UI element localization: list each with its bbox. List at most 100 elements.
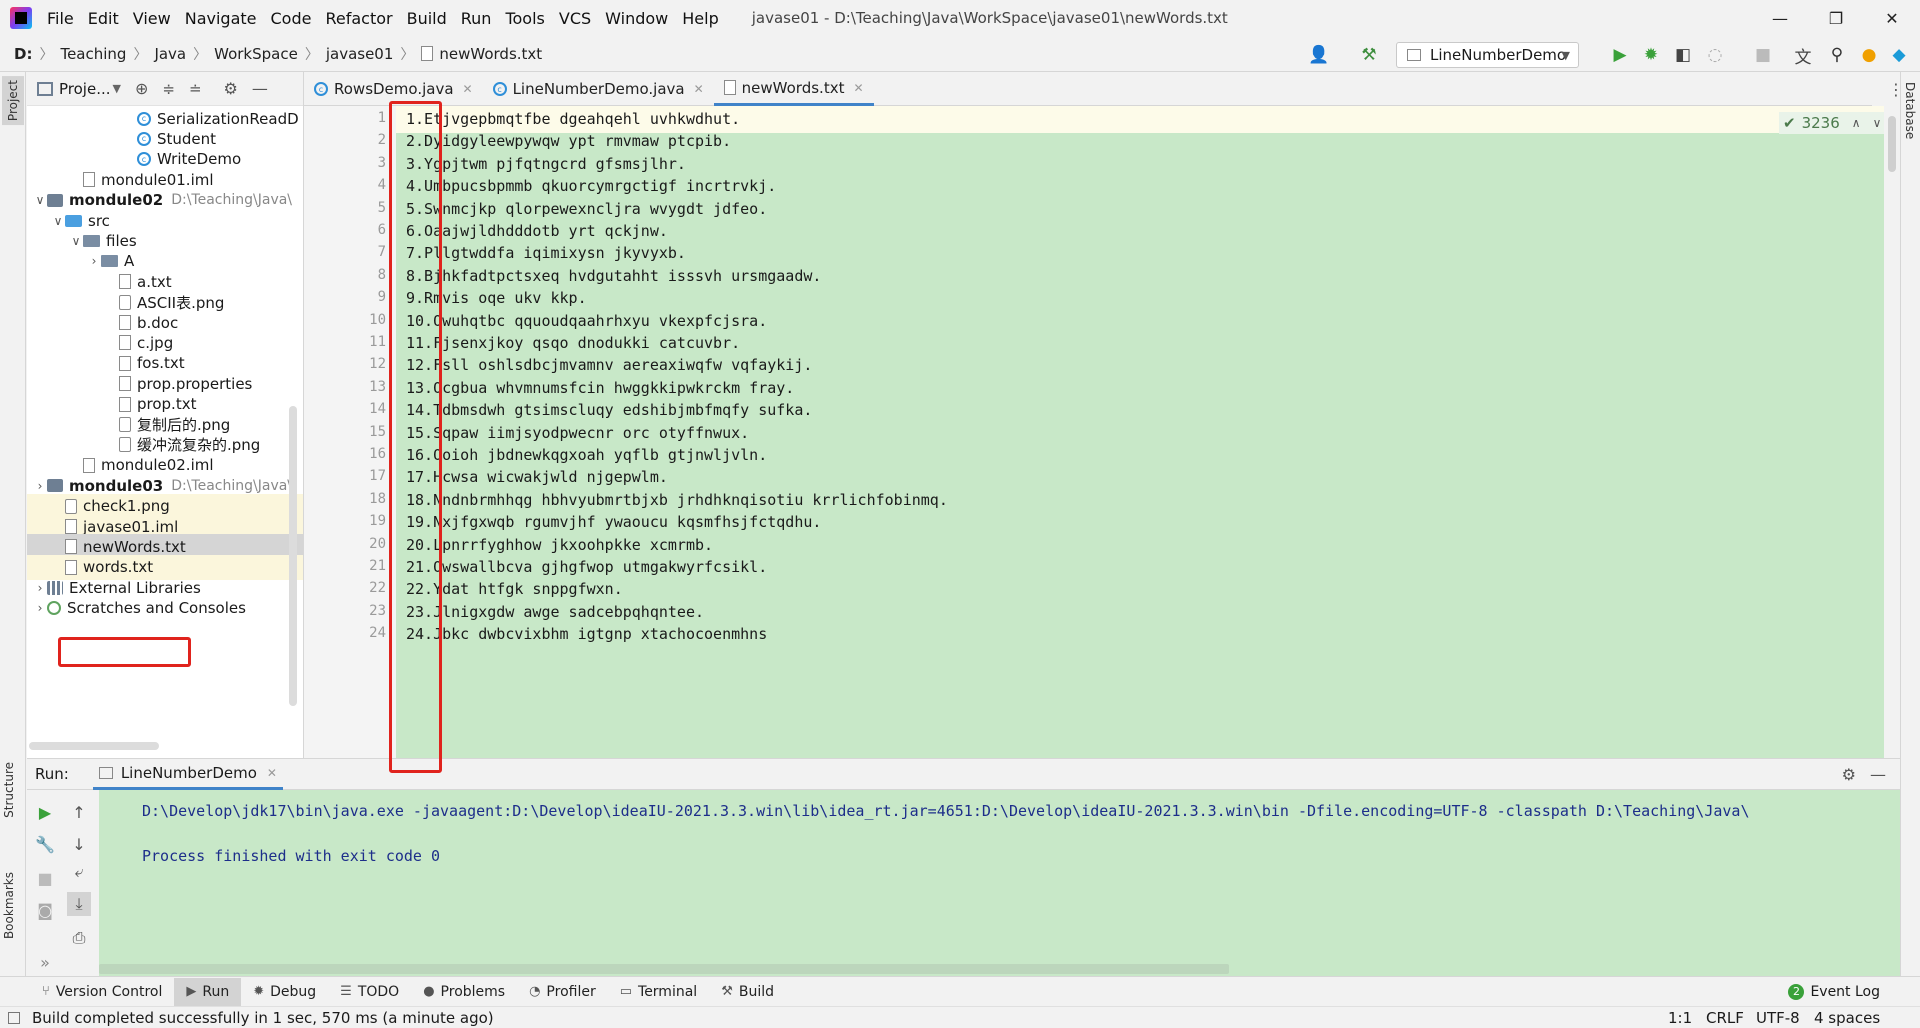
gear-icon[interactable]: ⚙ [224,79,238,98]
breadcrumb-item[interactable]: newWords.txt [417,45,546,63]
status-toggle-icon[interactable] [8,1011,20,1024]
bottom-tab-run[interactable]: ▶ Run [174,977,242,1006]
menu-refactor[interactable]: Refactor [318,9,399,28]
chevron-right-icon[interactable]: › [33,581,47,595]
search-icon[interactable]: ⚲ [1824,42,1850,68]
locate-icon[interactable]: ⊕ [135,79,148,98]
tree-item[interactable]: › Scratches and Consoles [27,596,303,621]
chevron-down-icon[interactable]: ∨ [69,234,83,248]
indent-setting[interactable]: 4 spaces [1814,1009,1880,1027]
toolbox-icon[interactable]: ◆ [1886,42,1912,68]
menu-run[interactable]: Run [454,9,499,28]
chevron-down-icon[interactable]: ∨ [33,193,47,207]
tool-tab-project[interactable]: Project [2,76,24,126]
menu-navigate[interactable]: Navigate [178,9,264,28]
scrollbar-thumb[interactable] [1888,116,1896,172]
close-icon[interactable]: ✕ [267,766,277,780]
menu-view[interactable]: View [126,9,178,28]
bottom-tab-terminal[interactable]: ▭ Terminal [608,978,709,1006]
tool-tab-database[interactable]: Database [1903,82,1917,139]
tree-scrollbar-thumb[interactable] [289,406,297,706]
menu-tools[interactable]: Tools [498,9,551,28]
run-tab[interactable]: LineNumberDemo ✕ [92,759,283,790]
menu-vcs[interactable]: VCS [552,9,598,28]
update-icon[interactable]: ● [1856,42,1882,68]
file-encoding[interactable]: UTF-8 [1756,1009,1800,1027]
bottom-tab-problems[interactable]: ● Problems [411,978,517,1006]
console-output[interactable]: D:\Develop\jdk17\bin\java.exe -javaagent… [99,790,1900,977]
bottom-tab-debug[interactable]: ✹ Debug [241,978,328,1006]
chevron-down-icon[interactable]: ▼ [113,82,121,95]
collapse-all-icon[interactable]: ≐ [189,80,202,98]
menu-window[interactable]: Window [598,9,675,28]
tool-tab-bookmarks[interactable]: Bookmarks [2,872,16,939]
menu-build[interactable]: Build [400,9,454,28]
chevron-right-icon[interactable]: › [33,601,47,615]
breadcrumb-item[interactable]: WorkSpace [210,45,302,63]
event-log-button[interactable]: 2 Event Log [1788,983,1880,1000]
breadcrumb-item[interactable]: Java [150,45,190,63]
inspection-widget[interactable]: ✔ 3236 ∧ ∨ [1779,112,1886,134]
translate-icon[interactable]: 文 [1790,42,1816,68]
code-area[interactable]: 1.Etjvgepbmqtfbe dgeahqehl uvhkwdhut. 2.D… [396,106,1884,758]
close-window-button[interactable]: ✕ [1864,0,1920,36]
stop-icon[interactable]: ■ [1750,42,1776,68]
bottom-tab-version-control[interactable]: ⑂ Version Control [30,978,174,1006]
editor-tab[interactable]: newWords.txt ✕ [713,72,874,106]
soft-wrap-icon[interactable]: ⤶ [67,860,91,884]
breadcrumb-item[interactable]: Teaching [56,45,130,63]
breadcrumb-item[interactable]: javase01 [322,45,398,63]
scroll-down-icon[interactable]: ↓ [67,832,91,856]
code-line: 1.Etjvgepbmqtfbe dgeahqehl uvhkwdhut. [406,110,741,128]
bottom-tab-build[interactable]: ⚒ Build [709,978,786,1006]
print-icon[interactable]: ⎙ [67,926,91,950]
project-panel-title[interactable]: Proje... [59,80,111,98]
debug-icon[interactable]: ✹ [1638,42,1664,68]
bottom-tab-profiler[interactable]: ◔ Profiler [517,978,608,1006]
hide-panel-icon[interactable]: — [1870,765,1886,784]
editor-tab[interactable]: c LineNumberDemo.java ✕ [483,72,714,106]
rerun-icon[interactable]: ▶ [33,800,57,824]
chevron-down-icon[interactable]: ∨ [1873,116,1882,130]
run-icon[interactable]: ▶ [1607,42,1633,68]
menu-code[interactable]: Code [264,9,319,28]
chevron-right-icon[interactable]: › [33,479,47,493]
menu-edit[interactable]: Edit [81,9,126,28]
status-message[interactable]: Build completed successfully in 1 sec, 5… [32,1009,494,1027]
more-icon[interactable]: » [33,950,57,974]
tree-hscrollbar-thumb[interactable] [29,742,159,750]
breadcrumb-item[interactable]: D: [10,45,36,63]
console-hscrollbar[interactable] [99,964,1229,974]
chevron-right-icon[interactable]: › [87,254,101,268]
scroll-to-end-icon[interactable]: ⤓ [67,892,91,916]
chevron-down-icon[interactable]: ∨ [51,214,65,228]
gear-icon[interactable]: ⚙ [1842,765,1856,784]
maximize-button[interactable]: ❐ [1808,0,1864,36]
expand-all-icon[interactable]: ≑ [162,80,175,98]
minimize-button[interactable]: — [1752,0,1808,36]
bottom-tab-todo[interactable]: ☰ TODO [328,978,411,1006]
close-icon[interactable]: ✕ [853,81,863,95]
camera-icon[interactable]: ◙ [33,898,57,922]
wrench-icon[interactable]: 🔧 [33,832,57,856]
close-icon[interactable]: ✕ [694,82,704,96]
tool-tab-structure[interactable]: Structure [2,762,16,818]
user-icon[interactable]: 👤 [1306,42,1332,68]
tree-item-label: newWords.txt [83,537,186,556]
hide-panel-icon[interactable]: — [252,79,268,98]
build-icon: ⚒ [721,984,733,999]
menu-file[interactable]: File [40,9,81,28]
menu-help[interactable]: Help [675,9,725,28]
scroll-up-icon[interactable]: ↑ [67,800,91,824]
run-configuration-select[interactable]: LineNumberDemo ▼ [1396,42,1579,68]
line-number: 16 [369,446,386,462]
caret-position[interactable]: 1:1 [1668,1009,1692,1027]
line-separator[interactable]: CRLF [1706,1009,1744,1027]
chevron-up-icon[interactable]: ∧ [1852,116,1861,130]
build-hammer-icon[interactable]: ⚒ [1356,42,1382,68]
profile-icon[interactable]: ◌ [1702,42,1728,68]
coverage-icon[interactable]: ◧ [1670,42,1696,68]
project-panel-header: Proje... ▼ ⊕ ≑ ≐ ⚙ — [27,72,303,106]
stop-icon[interactable]: ■ [33,866,57,890]
close-icon[interactable]: ✕ [463,82,473,96]
